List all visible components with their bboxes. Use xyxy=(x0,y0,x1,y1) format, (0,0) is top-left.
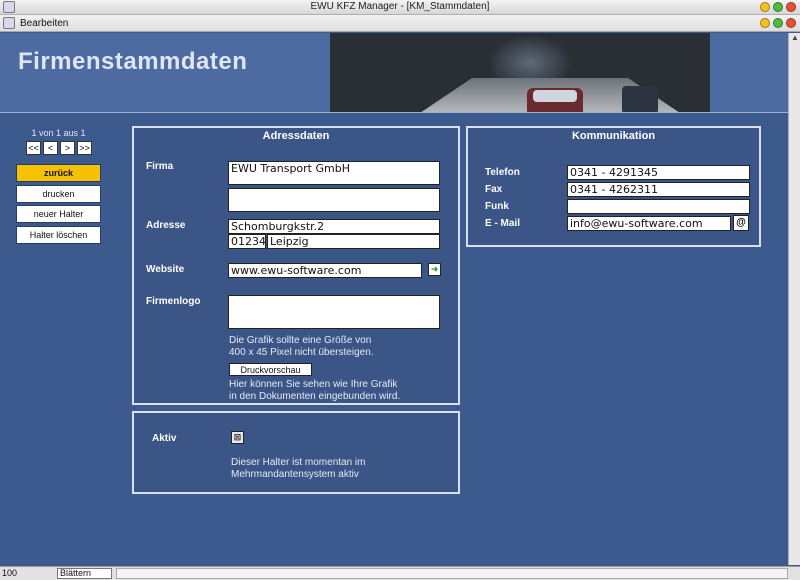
email-input[interactable]: info@ewu-software.com xyxy=(567,216,731,231)
window-title: EWU KFZ Manager - [KM_Stammdaten] xyxy=(310,1,490,12)
menu-bearbeiten[interactable]: Bearbeiten xyxy=(20,18,68,29)
record-pager: << < > >> xyxy=(26,141,92,155)
communication-panel: Kommunikation Telefon 0341 - 4291345 Fax… xyxy=(466,126,761,247)
vertical-scrollbar[interactable]: ▲ xyxy=(788,33,800,565)
menubar: Bearbeiten xyxy=(0,15,800,32)
last-record-button[interactable]: >> xyxy=(77,141,92,155)
car-image xyxy=(622,86,658,112)
close-document-button[interactable] xyxy=(786,18,796,28)
logo-hint-line: 400 x 45 Pixel nicht übersteigen. xyxy=(229,347,374,358)
address-panel-title: Adressdaten xyxy=(262,130,330,142)
fax-label: Fax xyxy=(485,184,503,195)
address-panel: Adressdaten Firma EWU Transport GmbH Adr… xyxy=(132,126,460,405)
maximize-document-button[interactable] xyxy=(773,18,783,28)
new-holder-button[interactable]: neuer Halter xyxy=(16,205,101,223)
firma-line2-input[interactable] xyxy=(228,188,440,212)
communication-panel-title: Kommunikation xyxy=(571,130,656,142)
status-bar: 100 Blättern xyxy=(0,566,800,580)
funk-label: Funk xyxy=(485,201,509,212)
aktiv-checkbox[interactable]: ⊠ xyxy=(231,431,244,444)
previous-record-button[interactable]: < xyxy=(43,141,58,155)
funk-input[interactable] xyxy=(567,199,750,214)
scroll-up-icon[interactable]: ▲ xyxy=(789,33,800,42)
logo-image-field[interactable] xyxy=(228,295,440,329)
firmenlogo-label: Firmenlogo xyxy=(146,296,201,307)
header-banner: Firmenstammdaten xyxy=(0,33,788,113)
print-button[interactable]: drucken xyxy=(16,185,101,203)
document-icon[interactable] xyxy=(3,17,15,29)
website-label: Website xyxy=(146,264,185,275)
city-input[interactable]: Leipzig xyxy=(267,234,440,249)
logo-size-hint: Die Grafik sollte eine Größe von 400 x 4… xyxy=(229,335,374,359)
delete-holder-button[interactable]: Halter löschen xyxy=(16,226,101,244)
active-info-line: Dieser Halter ist momentan im xyxy=(231,457,366,468)
zip-input[interactable]: 01234 xyxy=(228,234,266,249)
street-input[interactable]: Schomburgkstr.2 xyxy=(228,219,440,234)
active-info-line: Mehrmandantensystem aktiv xyxy=(231,469,359,480)
telefon-label: Telefon xyxy=(485,167,520,178)
minimize-document-button[interactable] xyxy=(760,18,770,28)
close-window-button[interactable] xyxy=(786,2,796,12)
mode-select[interactable]: Blättern xyxy=(57,568,112,579)
logo-hint-line: Die Grafik sollte eine Größe von xyxy=(229,335,372,346)
print-preview-button[interactable]: Druckvorschau xyxy=(229,363,312,376)
firma-label: Firma xyxy=(146,161,174,172)
open-website-icon[interactable]: ➜ xyxy=(428,263,441,276)
back-button[interactable]: zurück xyxy=(16,164,101,182)
horizontal-scrollbar[interactable] xyxy=(116,568,788,579)
adresse-label: Adresse xyxy=(146,220,186,231)
fax-input[interactable]: 0341 - 4262311 xyxy=(567,182,750,197)
first-record-button[interactable]: << xyxy=(26,141,41,155)
zoom-level[interactable]: 100 xyxy=(2,568,17,578)
email-label: E - Mail xyxy=(485,218,521,229)
status-panel: Aktiv ⊠ Dieser Halter ist momentan im Me… xyxy=(132,411,460,494)
preview-hint-line: Hier können Sie sehen wie Ihre Grafik xyxy=(229,379,398,390)
firma-input[interactable]: EWU Transport GmbH xyxy=(228,161,440,185)
send-email-icon[interactable]: @ xyxy=(733,215,749,231)
minimize-window-button[interactable] xyxy=(760,2,770,12)
maximize-window-button[interactable] xyxy=(773,2,783,12)
car-image xyxy=(527,88,583,112)
window-titlebar: EWU KFZ Manager - [KM_Stammdaten] xyxy=(0,0,800,15)
record-info: 1 von 1 aus 1 xyxy=(31,128,86,138)
page-title: Firmenstammdaten xyxy=(18,48,248,75)
telefon-input[interactable]: 0341 - 4291345 xyxy=(567,165,750,180)
active-info: Dieser Halter ist momentan im Mehrmandan… xyxy=(231,457,365,481)
preview-hint: Hier können Sie sehen wie Ihre Grafik in… xyxy=(229,379,400,403)
website-input[interactable]: www.ewu-software.com xyxy=(228,263,422,278)
preview-hint-line: in den Dokumenten eingebunden wird. xyxy=(229,391,401,402)
next-record-button[interactable]: > xyxy=(60,141,75,155)
aktiv-label: Aktiv xyxy=(152,433,177,444)
